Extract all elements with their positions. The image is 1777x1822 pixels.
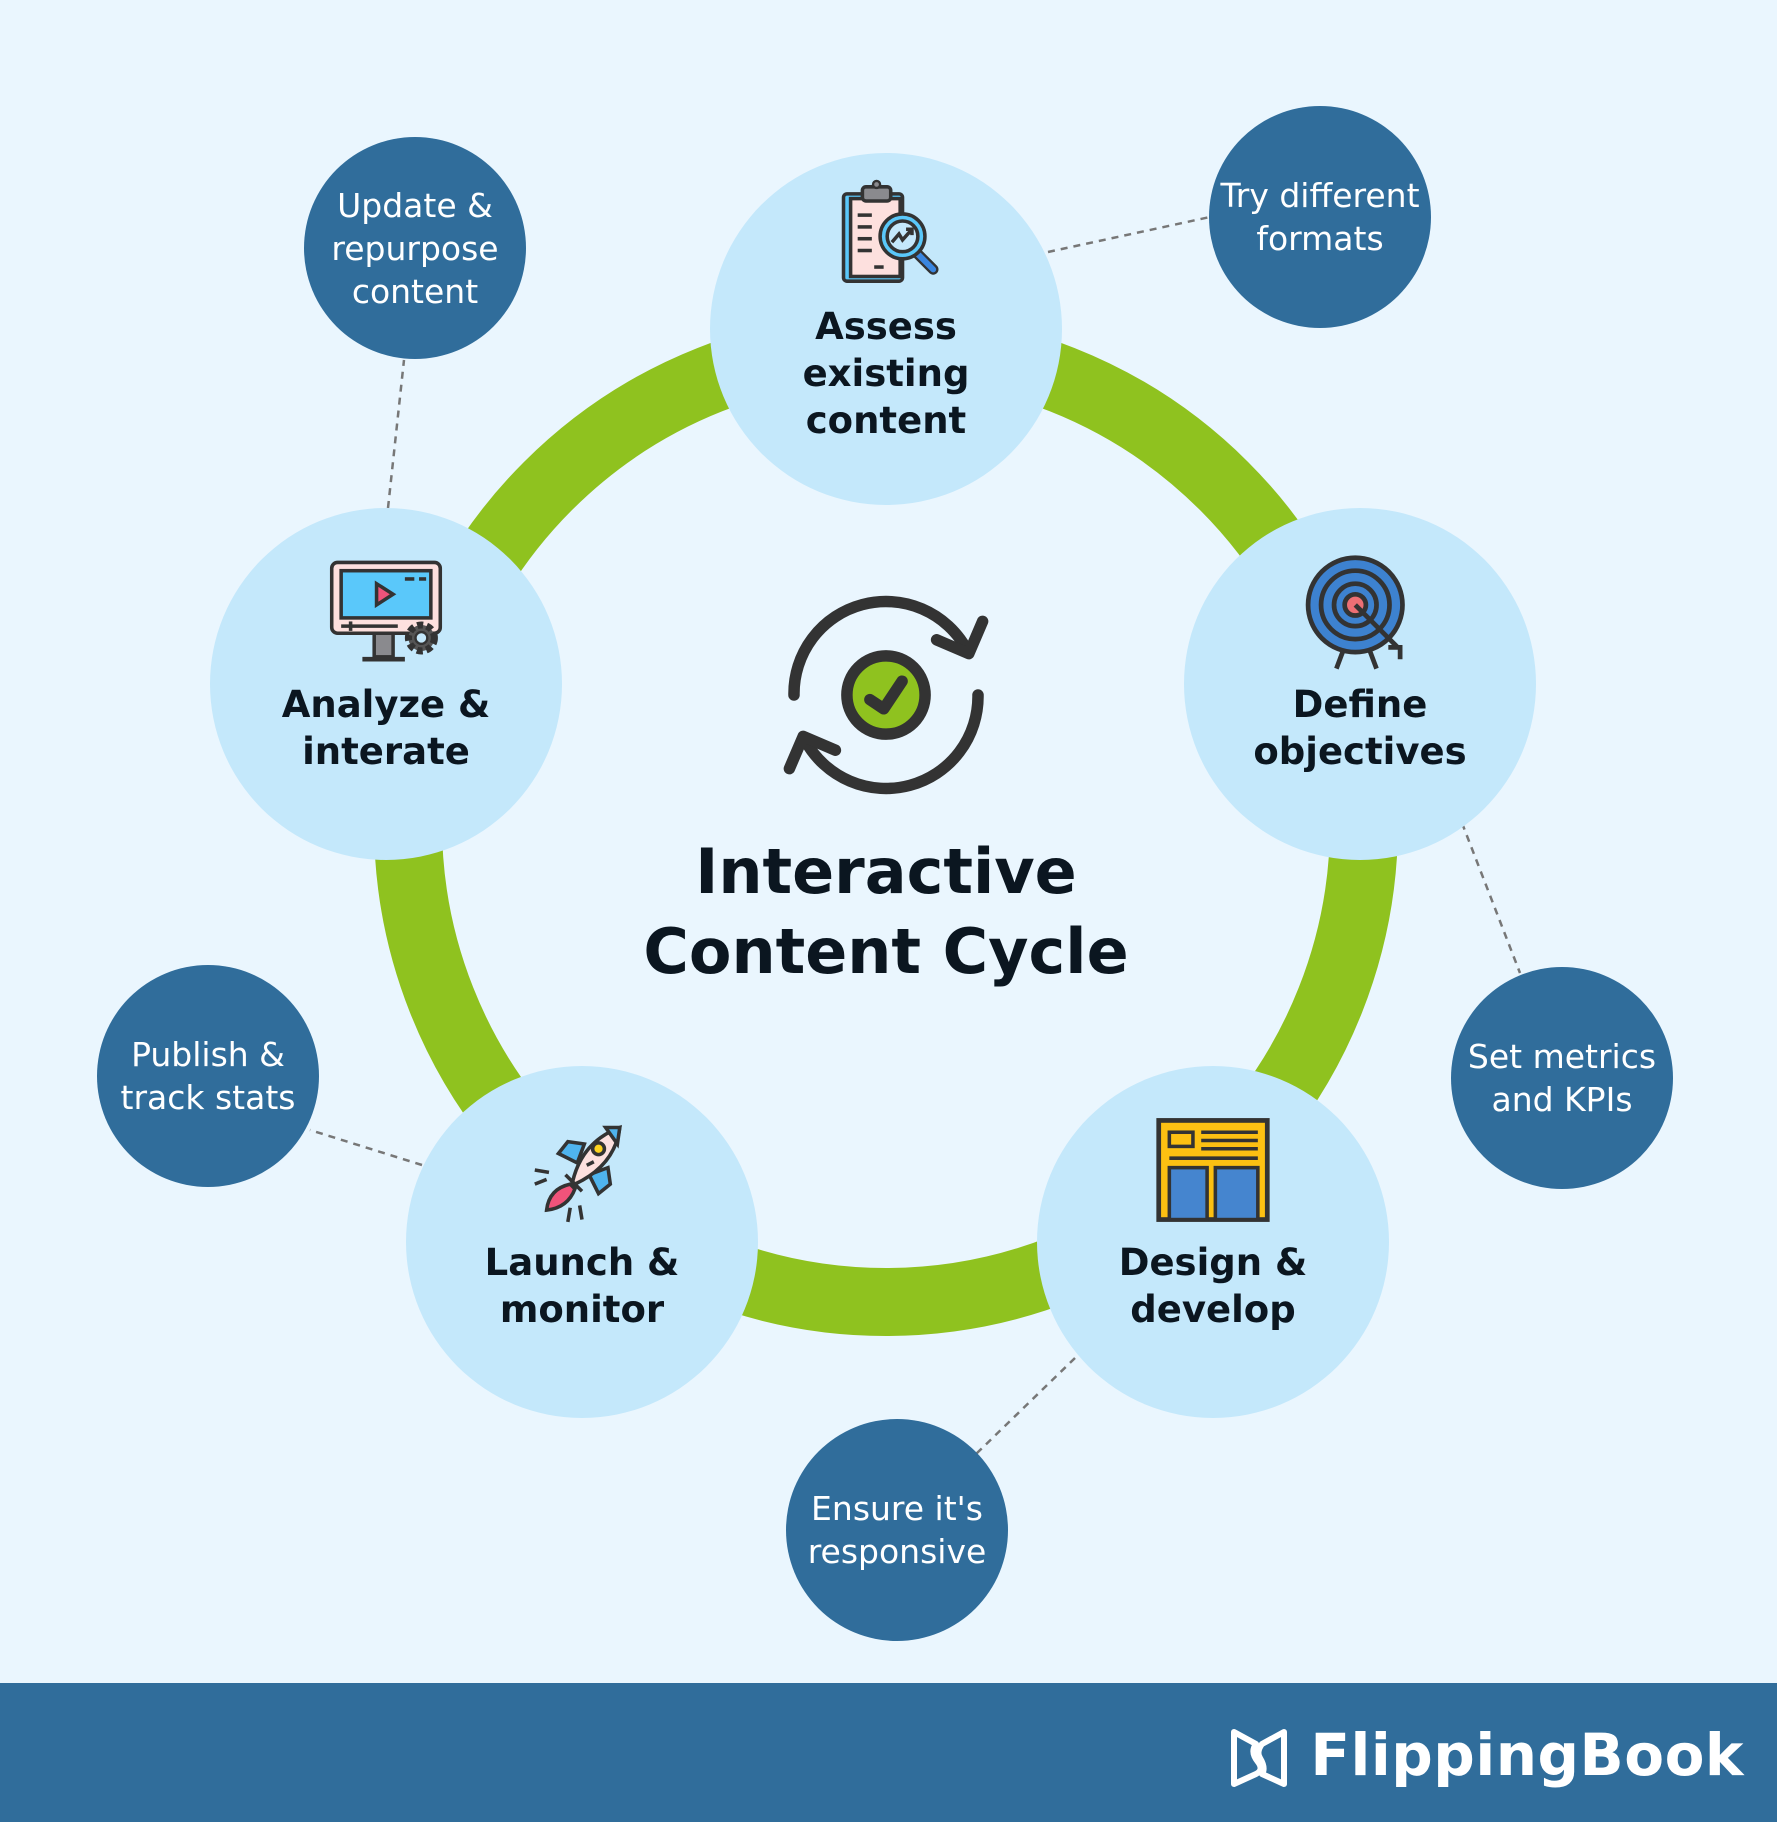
tip-label: Publish & track stats — [120, 1035, 296, 1117]
rocket-icon — [534, 1124, 622, 1223]
stage-define: Define objectives — [1184, 508, 1536, 860]
tip-label: Update & repurpose content — [331, 185, 499, 311]
monitor-gear-icon — [329, 560, 443, 662]
tip-label: Ensure it's responsive — [807, 1489, 987, 1571]
tip-publish-track: Publish & track stats — [97, 965, 319, 1187]
stage-label: Define objectives — [1253, 683, 1467, 773]
stage-label: Design & develop — [1118, 1241, 1308, 1331]
center-block: Interactive Content Cycle — [636, 580, 1136, 992]
connector-assess-try — [1047, 215, 1211, 254]
stage-label: Analyze & interate — [281, 683, 491, 773]
clipboard-magnifier-icon — [841, 179, 939, 283]
connector-define-metrics — [1460, 822, 1522, 974]
connector-design-responsive — [974, 1357, 1076, 1456]
cycle-check-icon — [783, 595, 989, 795]
tip-ensure-responsive: Ensure it's responsive — [786, 1419, 1008, 1641]
tip-set-metrics: Set metrics and KPIs — [1451, 967, 1673, 1189]
stage-launch: Launch & monitor — [406, 1066, 758, 1418]
layout-wireframe-icon — [1156, 1118, 1270, 1222]
connector-analyze-update — [386, 359, 406, 509]
flippingbook-logo-icon — [1231, 1729, 1288, 1787]
tip-label: Try different formats — [1220, 176, 1420, 258]
target-icon — [1305, 555, 1405, 670]
tip-try-formats: Try different formats — [1209, 106, 1431, 328]
stage-analyze: Analyze & interate — [210, 508, 562, 860]
stage-design: Design & develop — [1037, 1066, 1389, 1418]
connector-launch-publish — [309, 1128, 423, 1167]
tip-update-repurpose: Update & repurpose content — [304, 137, 526, 359]
content-cycle-diagram: Assess existing content Define objective… — [0, 0, 1777, 1683]
stage-assess: Assess existing content — [710, 153, 1062, 505]
brand[interactable]: FlippingBook — [1226, 1721, 1744, 1789]
stage-label: Launch & monitor — [484, 1241, 680, 1331]
diagram-title: Interactive Content Cycle — [643, 835, 1129, 988]
tip-label: Set metrics and KPIs — [1467, 1037, 1657, 1119]
brand-name: FlippingBook — [1310, 1721, 1744, 1789]
footer-band: FlippingBook — [0, 1683, 1777, 1822]
stage-label: Assess existing content — [802, 304, 970, 442]
